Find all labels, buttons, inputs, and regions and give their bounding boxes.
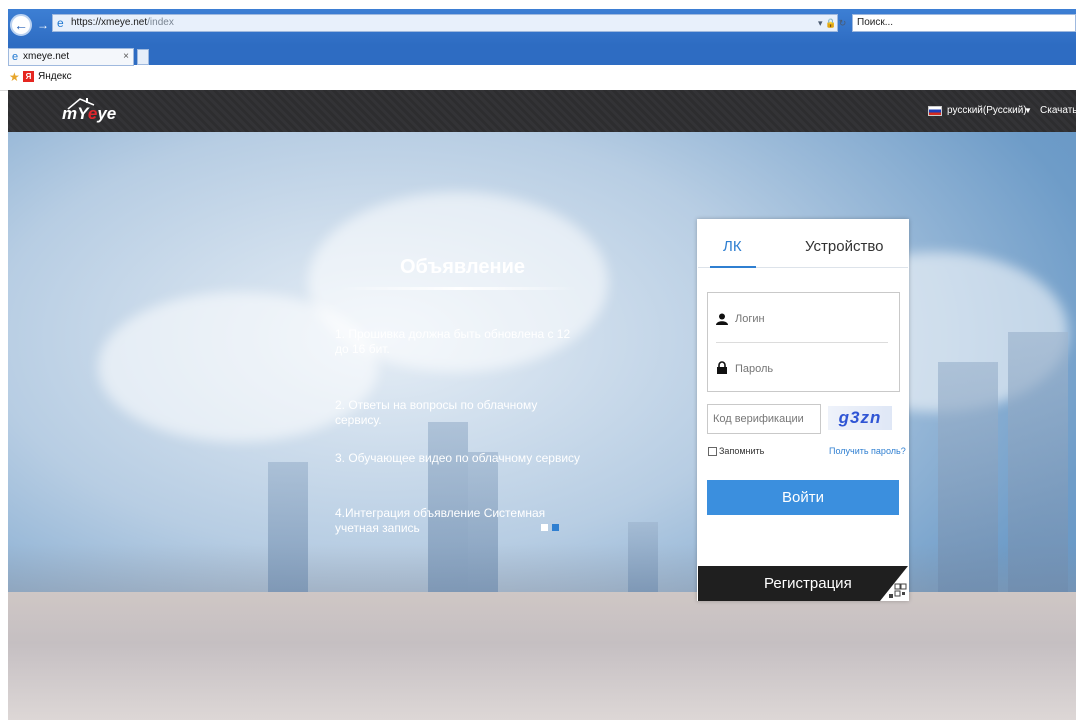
pager-dot[interactable] — [541, 524, 548, 531]
announcement-divider — [338, 287, 578, 290]
download-link[interactable]: Скачать — [1040, 104, 1076, 118]
login-button[interactable]: Войти — [707, 480, 899, 515]
ground-area — [8, 592, 1076, 720]
password-input[interactable] — [733, 361, 887, 377]
announcement-item[interactable]: 1. Прошивка должна быть обновлена с 12 д… — [335, 327, 585, 357]
field-divider — [716, 342, 888, 343]
site-logo[interactable]: mYeye — [62, 100, 122, 128]
favorites-star-icon[interactable]: ★ — [9, 70, 20, 84]
qr-code-icon[interactable] — [880, 566, 908, 601]
url-input[interactable]: e https://xmeye.net/index — [52, 14, 838, 32]
browser-tab-active[interactable]: e xmeye.net × — [8, 48, 134, 66]
close-tab-icon[interactable]: × — [123, 49, 129, 65]
back-arrow-icon[interactable]: ← — [10, 14, 32, 36]
forgot-password-link[interactable]: Получить пароль? — [829, 445, 906, 457]
building-shape — [628, 522, 658, 602]
url-text: https://xmeye.net/index — [71, 17, 174, 28]
tab-strip — [8, 45, 1076, 65]
building-shape — [268, 462, 308, 602]
active-tab-indicator — [710, 266, 756, 268]
yandex-icon: Я — [23, 71, 34, 82]
building-shape — [938, 362, 998, 602]
url-controls: ▾ 🔒 ↻ — [818, 14, 848, 32]
lock-icon: 🔒 — [825, 18, 837, 28]
dropdown-icon[interactable]: ▾ — [818, 18, 823, 28]
tab-account[interactable]: ЛК — [723, 238, 742, 256]
captcha-image[interactable]: g3zn — [828, 406, 892, 430]
ie-page-icon: e — [57, 16, 64, 30]
remember-checkbox[interactable] — [708, 447, 717, 456]
site-header — [8, 90, 1076, 132]
russian-flag-icon — [928, 106, 942, 116]
announcement-item[interactable]: 3. Обучающее видео по облачному сервису — [335, 451, 585, 466]
new-tab-button[interactable] — [137, 49, 149, 65]
user-icon — [716, 313, 728, 325]
refresh-icon[interactable]: ↻ — [839, 18, 847, 28]
forward-arrow-icon[interactable]: → — [36, 18, 50, 32]
favorites-bar — [0, 66, 1076, 91]
announcement-title: Объявление — [400, 256, 525, 278]
tab-title: xmeye.net — [23, 51, 70, 62]
building-shape — [1008, 332, 1068, 602]
tab-device[interactable]: Устройство — [805, 238, 883, 256]
ie-page-icon: e — [12, 51, 19, 63]
register-label: Регистрация — [764, 575, 852, 592]
verification-code-input[interactable]: Код верификации — [707, 404, 821, 434]
announcement-item[interactable]: 2. Ответы на вопросы по облачному сервис… — [335, 398, 585, 428]
window-titlebar — [0, 0, 1076, 9]
search-input[interactable]: Поиск... — [852, 14, 1076, 32]
pager-dot-active[interactable] — [552, 524, 559, 531]
announcement-item[interactable]: 4.Интеграция объявление Системная учетна… — [335, 506, 585, 536]
login-input[interactable] — [733, 311, 887, 327]
language-selector[interactable]: русский(Русский) — [947, 104, 1027, 118]
chevron-down-icon[interactable]: ▼ — [1024, 104, 1032, 118]
remember-label: Запомнить — [719, 446, 765, 456]
password-lock-icon — [717, 361, 727, 374]
favorite-link-yandex[interactable]: Яндекс — [38, 71, 72, 83]
